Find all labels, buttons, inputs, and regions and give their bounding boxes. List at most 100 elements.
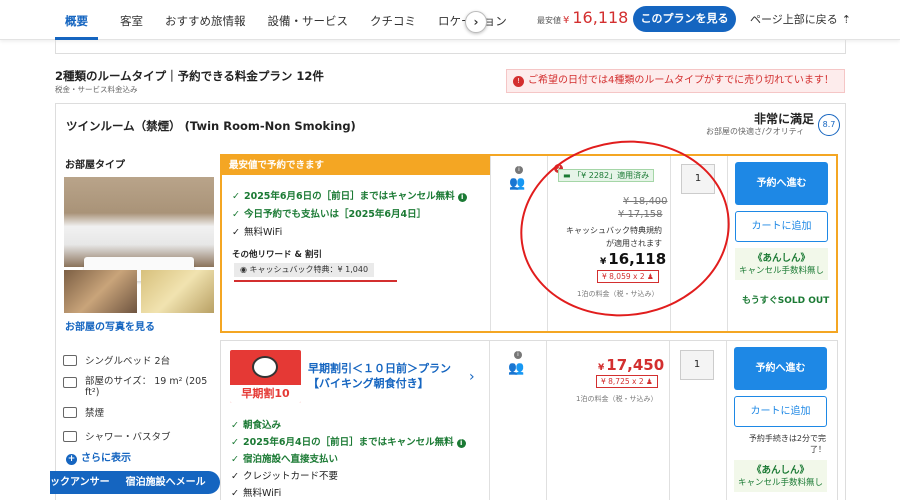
info-icon[interactable]: i [456, 439, 466, 448]
back-to-top-label: ページ上部に戻る [750, 13, 838, 26]
anshin-title: 《あんしん》 [751, 465, 809, 476]
original-price-2: ¥ 17,158 [618, 209, 663, 220]
plan2-feature-direct-pay-text: 宿泊施設へ直接支払い [242, 454, 338, 465]
plan2-image[interactable]: 早期割10 [230, 350, 301, 403]
column-divider [490, 156, 491, 331]
alert-icon: ! [513, 76, 524, 87]
plan2-feature-breakfast-text: 朝食込み [242, 420, 281, 431]
cashback-underline [234, 280, 397, 282]
previous-section-frame [55, 40, 846, 54]
plan-row-early: 早期割10 早期割引＜１０日前＞プラン 【バイキング朝食付き】 › ✓ 朝食込み ✓… [220, 340, 838, 500]
cashback-terms-note-2: が適用されます [606, 239, 662, 248]
check-icon: ✓ [232, 191, 240, 202]
yen-symbol: ¥ [600, 257, 607, 267]
sheep-mascot-icon [252, 356, 278, 378]
plan2-feature-cancel: ✓ 2025年6月4日の［前日］まではキャンセル無料 i [231, 434, 466, 448]
plan2-per-person-text: ¥ 8,725 x 2 [601, 377, 644, 386]
show-more-link[interactable]: + さらに表示 [66, 449, 131, 465]
check-icon: ✓ [231, 488, 239, 499]
plan1-feature-cancel-text: 2025年6月6日の［前日］まではキャンセル無料 [243, 191, 455, 202]
soldout-alert-text: ご希望の日付では4種類のルームタイプがすでに売り切れています！ [528, 75, 834, 86]
plan1-per-person-text: ¥ 8,059 x 2 [602, 272, 645, 281]
plan2-process-note-1: 予約手続きは2分で完 [748, 434, 826, 443]
plan1-quantity-select[interactable]: 1 [681, 164, 715, 194]
coupon-applied-tag: ▬ 「¥ 2282」適用済み [558, 169, 655, 182]
view-plan-button[interactable]: このプランを見る [633, 6, 736, 32]
room-photo-main[interactable] [64, 177, 214, 281]
plan2-reserve-button[interactable]: 予約へ進む [734, 347, 827, 390]
soldout-alert: ! ご希望の日付では4種類のルームタイプがすでに売り切れています！ [506, 69, 845, 93]
quick-answer-link[interactable]: ックアンサー [50, 477, 110, 488]
plan2-feature-no-card-text: クレジットカード不要 [242, 471, 338, 482]
amenity-size: 部屋のサイズ： 19 m² (205 ft²) [63, 373, 207, 398]
room-type-label: お部屋タイプ [65, 160, 125, 171]
plan2-anshin-badge: 《あんしん》 キャンセル手数料無し [734, 460, 827, 492]
plan1-feature-pay: ✓ 今日予約でも支払いは［2025年6月4日］ [232, 206, 426, 220]
plan1-per-person: ¥ 8,059 x 2 ♟ [597, 270, 659, 283]
min-price: ¥16,118 [563, 8, 628, 27]
plan1-stay-note: 1泊の料金（税・サ込み） [577, 290, 659, 298]
yen-symbol: ¥ [563, 15, 570, 26]
person-icon: ♟ [643, 377, 653, 386]
room-photo-thumb-1[interactable] [64, 270, 137, 313]
tab-reviews[interactable]: クチコミ [370, 0, 416, 40]
plan1-reserve-button[interactable]: 予約へ進む [735, 162, 828, 205]
plan1-feature-cancel: ✓ 2025年6月6日の［前日］まではキャンセル無料 i [232, 188, 467, 202]
back-to-top-link[interactable]: ページ上部に戻る ⇡ [750, 11, 851, 27]
room-name: ツインルーム（禁煙） (Twin Room-Non Smoking) [66, 119, 356, 133]
arrow-up-icon: ⇡ [841, 13, 851, 26]
chevron-right-icon[interactable]: › [465, 11, 487, 33]
yen-symbol: ¥ [598, 363, 605, 373]
info-icon[interactable]: i [514, 351, 522, 359]
plan2-feature-no-card: ✓ クレジットカード不要 [231, 468, 338, 482]
check-icon: ✓ [231, 454, 239, 465]
amenity-nosmoking-label: 禁煙 [85, 408, 105, 419]
rating-sub: お部屋の快適さ/クオリティ [706, 127, 805, 136]
plan2-feature-direct-pay: ✓ 宿泊施設へ直接支払い [231, 451, 338, 465]
info-icon[interactable]: i [515, 166, 523, 174]
plan2-title-link[interactable]: 早期割引＜１０日前＞プラン 【バイキング朝食付き】 [308, 361, 451, 391]
bottom-action-bar: ックアンサー 宿泊施設へメール [50, 471, 220, 494]
top-nav: 概要 客室 おすすめ旅情報 設備・サービス クチコミ ロケーション › 最安値 … [0, 0, 900, 40]
check-icon: ✓ [231, 420, 239, 431]
person-icon: ♟ [644, 272, 654, 281]
plan1-feature-pay-text: 今日予約でも支払いは［2025年6月4日］ [243, 209, 427, 220]
tab-facilities[interactable]: 設備・サービス [268, 0, 349, 40]
check-icon: ✓ [231, 471, 239, 482]
show-more-label: さらに表示 [81, 453, 131, 464]
plan2-feature-breakfast: ✓ 朝食込み [231, 417, 281, 431]
home-icon [63, 377, 77, 388]
amenity-beds: シングルベッド 2台 [63, 353, 170, 367]
plan-row-best: 最安値で予約できます ✓ 2025年6月6日の［前日］まではキャンセル無料 i ✓ 今… [220, 154, 838, 333]
room-photo-thumb-2[interactable] [141, 270, 214, 313]
room-summary-title: 2種類のルームタイプ｜予約できる料金プラン 12件 [55, 69, 324, 83]
plan2-process-note-2: 了！ [810, 445, 826, 454]
plan1-anshin-badge: 《あんしん》 キャンセル手数料無し [735, 248, 828, 280]
info-icon[interactable]: i [457, 193, 467, 202]
tab-recommended[interactable]: おすすめ旅情報 [165, 0, 246, 40]
bathtub-icon [63, 431, 77, 442]
two-persons-icon: 👥 [508, 361, 525, 376]
plan1-add-to-cart-button[interactable]: カートに追加 [735, 211, 828, 242]
bed-icon [63, 355, 77, 366]
chevron-right-icon[interactable]: › [469, 369, 475, 385]
plan1-price-value: 16,118 [608, 250, 667, 268]
min-price-label: 最安値 [537, 16, 561, 25]
plan2-add-to-cart-button[interactable]: カートに追加 [734, 396, 827, 427]
tab-overview[interactable]: 概要 [55, 0, 98, 40]
room-photos-link[interactable]: お部屋の写真を見る [65, 318, 155, 333]
check-icon: ✓ [232, 227, 240, 238]
tax-note: 税金・サービス料金込み [55, 85, 138, 94]
min-price-value: 16,118 [572, 8, 629, 27]
plan2-stay-note: 1泊の料金（税・サ込み） [576, 395, 658, 403]
ticket-icon: ▬ [563, 171, 574, 180]
plan2-quantity-select[interactable]: 1 [680, 350, 714, 380]
plan2-feature-wifi-text: 無料WiFi [242, 488, 282, 499]
anshin-title: 《あんしん》 [752, 253, 810, 264]
plan2-title-line1: 早期割引＜１０日前＞プラン [308, 362, 451, 375]
other-rewards-label: その他リワード & 割引 [232, 250, 322, 260]
plan1-feature-wifi-text: 無料WiFi [243, 227, 283, 238]
email-property-link[interactable]: 宿泊施設へメール [126, 477, 206, 488]
tab-bar: 概要 客室 おすすめ旅情報 設備・サービス クチコミ ロケーション [55, 0, 529, 40]
tab-rooms[interactable]: 客室 [120, 0, 143, 40]
